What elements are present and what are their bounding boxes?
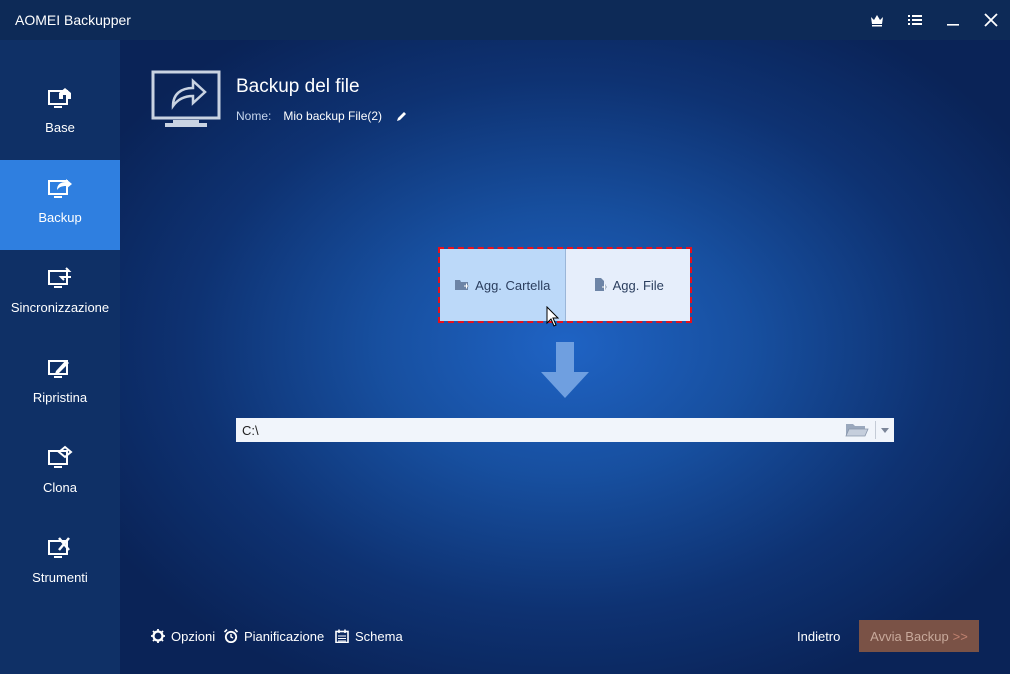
sidebar-item-label: Ripristina	[32, 390, 88, 405]
add-file-button[interactable]: Agg. File	[565, 249, 690, 321]
double-chevron-right-icon: >>	[952, 628, 968, 644]
window-controls	[858, 0, 1010, 40]
sidebar-item-label: Strumenti	[32, 570, 88, 585]
calendar-icon	[335, 629, 349, 643]
file-backup-monitor-icon	[151, 70, 221, 127]
clone-monitor-icon	[48, 445, 73, 468]
sidebar-item-tools[interactable]: Strumenti	[0, 520, 120, 610]
options-button[interactable]: Opzioni	[151, 628, 215, 644]
sync-monitor-icon	[48, 267, 72, 288]
destination-path-field[interactable]: C:\	[236, 418, 894, 442]
gear-icon	[151, 629, 165, 643]
chevron-down-icon	[881, 427, 889, 433]
menu-icon	[908, 15, 922, 25]
edit-pencil-icon[interactable]	[396, 110, 408, 122]
mouse-cursor-icon	[546, 306, 560, 327]
app-window: AOMEI Backupper Base Backup Sincronizzaz…	[0, 0, 1010, 674]
minimize-button[interactable]	[934, 0, 972, 40]
sidebar-item-backup[interactable]: Backup	[0, 160, 120, 250]
tools-monitor-icon	[48, 537, 70, 558]
task-name-row: Nome: Mio backup File(2)	[236, 109, 408, 123]
add-file-icon	[594, 278, 607, 291]
add-folder-label: Agg. Cartella	[475, 277, 551, 293]
upgrade-button[interactable]	[858, 0, 896, 40]
add-file-label: Agg. File	[612, 277, 664, 293]
minimize-icon	[947, 24, 959, 26]
sidebar-item-sync[interactable]: Sincronizzazione	[0, 250, 120, 340]
scheme-label: Schema	[355, 628, 403, 644]
page-title: Backup del file	[236, 76, 360, 97]
sidebar: Base Backup Sincronizzazione Ripristina …	[0, 40, 120, 674]
sidebar-item-base[interactable]: Base	[0, 70, 120, 160]
app-title: AOMEI Backupper	[15, 12, 131, 28]
back-button[interactable]: Indietro	[797, 629, 840, 644]
schedule-label: Pianificazione	[244, 628, 325, 644]
sidebar-item-label: Clona	[43, 480, 77, 495]
arrow-down-icon	[541, 342, 589, 398]
task-name-value: Mio backup File(2)	[283, 109, 383, 123]
add-folder-icon	[455, 280, 470, 290]
sidebar-item-clone[interactable]: Clona	[0, 430, 120, 520]
close-button[interactable]	[972, 0, 1010, 40]
destination-dropdown-button[interactable]	[876, 418, 894, 442]
crown-icon	[871, 15, 883, 27]
title-bar: AOMEI Backupper	[0, 0, 1010, 40]
sidebar-item-restore[interactable]: Ripristina	[0, 340, 120, 430]
restore-monitor-icon	[48, 360, 69, 378]
start-backup-button[interactable]: Avvia Backup >>	[859, 620, 979, 652]
scheme-button[interactable]: Schema	[335, 628, 403, 644]
home-monitor-icon	[48, 88, 71, 108]
schedule-button[interactable]: Pianificazione	[224, 628, 324, 644]
alarm-clock-icon	[224, 629, 238, 643]
task-name-label: Nome:	[236, 109, 272, 123]
close-icon	[984, 13, 998, 27]
start-backup-label: Avvia Backup	[870, 628, 949, 644]
menu-button[interactable]	[896, 0, 934, 40]
main-panel: Backup del file Nome: Mio backup File(2)…	[120, 40, 1010, 674]
destination-path-value: C:\	[242, 422, 259, 438]
source-selection-box: Agg. Cartella Agg. File	[438, 247, 692, 323]
browse-folder-icon[interactable]	[845, 422, 869, 438]
sidebar-item-label: Backup	[38, 210, 82, 225]
options-label: Opzioni	[171, 628, 216, 644]
backup-monitor-icon	[48, 179, 72, 198]
sidebar-item-label: Base	[45, 120, 75, 135]
sidebar-item-label: Sincronizzazione	[10, 300, 110, 315]
